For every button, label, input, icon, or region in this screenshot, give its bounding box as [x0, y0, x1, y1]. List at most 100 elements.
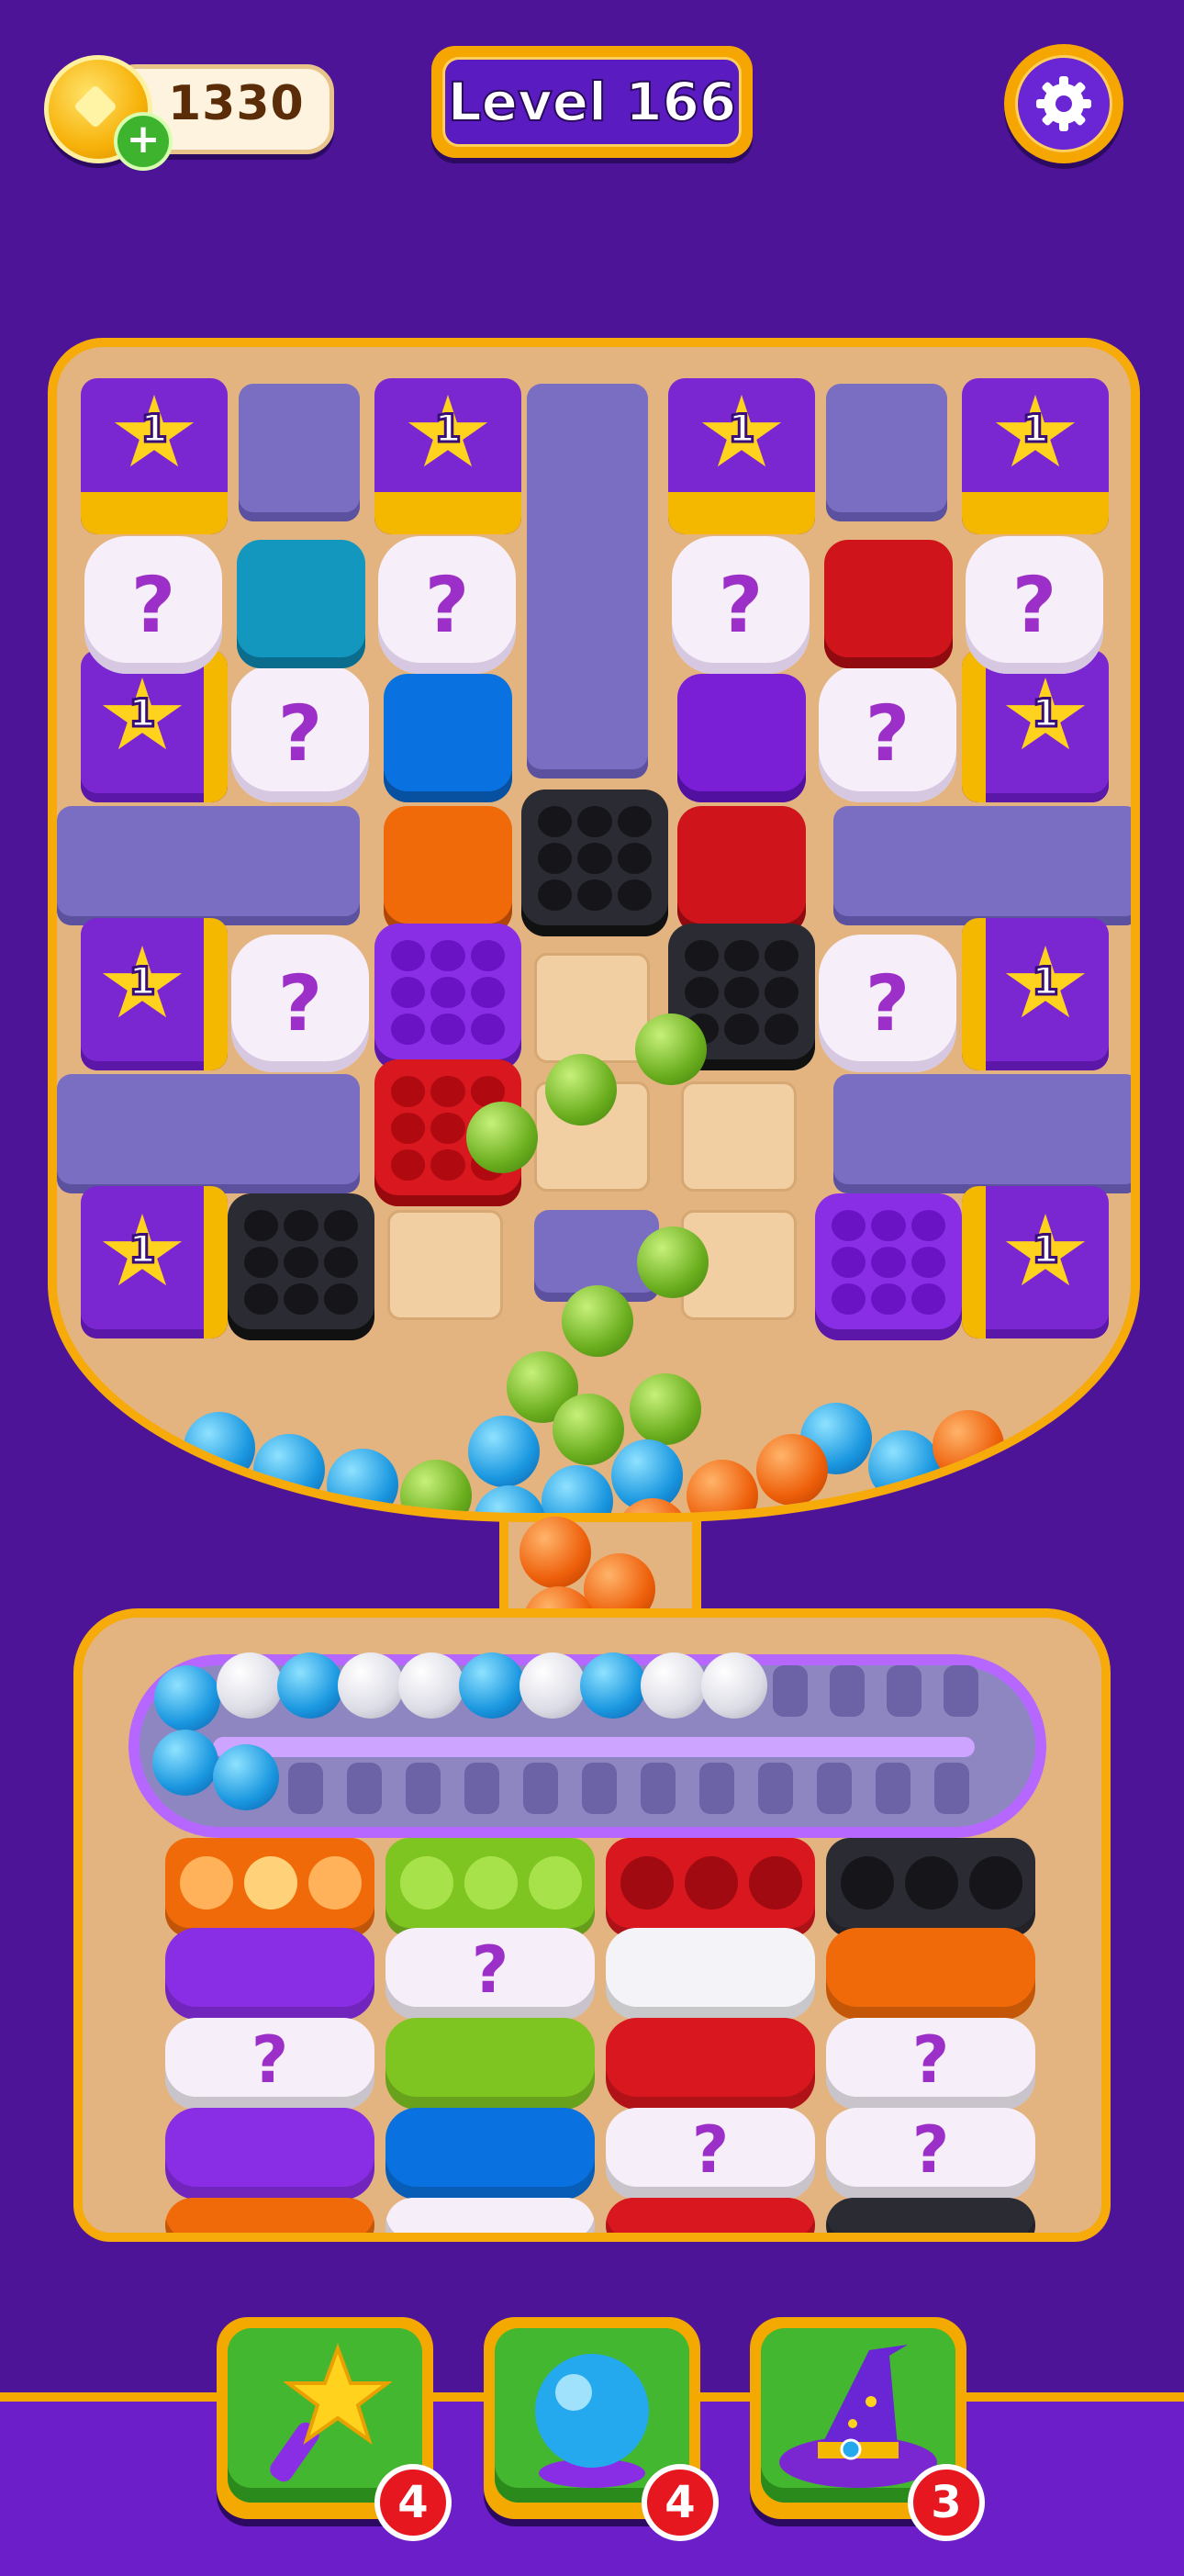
- level-label: Level 166: [442, 57, 742, 147]
- green-stack: [385, 2018, 595, 2110]
- green-ball: [545, 1054, 617, 1126]
- star-lock-tile[interactable]: 1: [81, 1186, 228, 1338]
- stone-wall: [239, 384, 360, 521]
- ball-conveyor: [128, 1652, 1046, 1838]
- blue-ball: [459, 1652, 525, 1719]
- blue-ball: [868, 1430, 940, 1502]
- green-ball: [553, 1394, 624, 1465]
- coin-amount: 1330: [168, 76, 305, 131]
- crystal-ball-count: 4: [642, 2464, 719, 2541]
- magic-wand-count: 4: [374, 2464, 452, 2541]
- star-count: 1: [1031, 1226, 1060, 1273]
- add-coins-button[interactable]: +: [114, 112, 173, 171]
- star-count: 1: [128, 689, 157, 737]
- blue-crate[interactable]: [384, 674, 512, 802]
- purple-stack: [165, 2108, 374, 2200]
- star-lock-tile[interactable]: 1: [962, 1186, 1109, 1338]
- star-lock-tile[interactable]: 1: [81, 918, 228, 1070]
- empty-cell: [534, 953, 650, 1063]
- stone-wall: [527, 384, 648, 778]
- purple-ball-box[interactable]: [815, 1193, 962, 1340]
- blue-ball: [327, 1449, 398, 1513]
- orange-cup[interactable]: [165, 1838, 374, 1937]
- stone-wall: [833, 806, 1131, 925]
- wizard-hat-button[interactable]: 3: [750, 2317, 985, 2541]
- green-ball: [630, 1373, 701, 1445]
- mystery-tile[interactable]: ?: [819, 935, 956, 1072]
- green-ball: [637, 1226, 709, 1298]
- mystery-stack: [385, 2198, 595, 2233]
- black-ball-box[interactable]: [228, 1193, 374, 1340]
- orange-ball: [687, 1460, 758, 1513]
- green-cup[interactable]: [385, 1838, 595, 1937]
- star-lock-tile[interactable]: 1: [668, 378, 815, 534]
- stone-wall: [57, 1074, 360, 1193]
- empty-cell: [387, 1210, 503, 1320]
- red-crate[interactable]: [824, 540, 953, 668]
- white-ball: [641, 1652, 707, 1719]
- blue-ball: [474, 1485, 545, 1513]
- star-count: 1: [727, 405, 756, 453]
- star-lock-tile[interactable]: 1: [962, 918, 1109, 1070]
- purple-crate[interactable]: [677, 674, 806, 802]
- empty-cell: [681, 1081, 797, 1192]
- black-stack: [826, 2198, 1035, 2233]
- star-lock-tile[interactable]: 1: [81, 378, 228, 534]
- blue-ball: [253, 1434, 325, 1506]
- black-cup[interactable]: [826, 1838, 1035, 1937]
- white-ball: [519, 1652, 586, 1719]
- blue-ball: [154, 1665, 220, 1731]
- black-ball-box[interactable]: [521, 790, 668, 936]
- crystal-ball-button[interactable]: 4: [484, 2317, 719, 2541]
- red-cup[interactable]: [606, 1838, 815, 1937]
- blue-ball: [542, 1465, 613, 1513]
- white-ball: [338, 1652, 404, 1719]
- star-count: 1: [128, 1226, 157, 1273]
- white-ball: [217, 1652, 283, 1719]
- purple-ball-box[interactable]: [374, 924, 521, 1070]
- mystery-tile[interactable]: ?: [378, 536, 516, 674]
- wizard-hat-count: 3: [908, 2464, 985, 2541]
- mystery-stack: ?: [826, 2108, 1035, 2200]
- mystery-tile[interactable]: ?: [84, 536, 222, 674]
- orange-stack: [165, 2198, 374, 2233]
- stone-wall: [826, 384, 947, 521]
- star-lock-tile[interactable]: 1: [374, 378, 521, 534]
- white-ball: [701, 1652, 767, 1719]
- blue-ball: [213, 1744, 279, 1810]
- mystery-stack: ?: [165, 2018, 374, 2110]
- mystery-stack: ?: [385, 1928, 595, 2020]
- mystery-stack: ?: [826, 2018, 1035, 2110]
- green-ball: [562, 1285, 633, 1357]
- orange-crate[interactable]: [384, 806, 512, 935]
- mystery-tile[interactable]: ?: [966, 536, 1103, 674]
- purple-stack: [165, 1928, 374, 2020]
- stone-wall: [57, 806, 360, 925]
- blue-stack: [385, 2108, 595, 2200]
- mystery-tile[interactable]: ?: [231, 665, 369, 802]
- gear-icon: [1036, 76, 1091, 131]
- star-count: 1: [1031, 689, 1060, 737]
- puzzle-board: 1 1 1 1 1 1 1 1 1 1 ? ? ? ? ? ? ? ?: [48, 338, 1140, 1522]
- orange-ball: [933, 1410, 1004, 1482]
- star-count: 1: [128, 958, 157, 1005]
- mystery-tile[interactable]: ?: [231, 935, 369, 1072]
- red-crate[interactable]: [677, 806, 806, 935]
- blue-ball: [277, 1652, 343, 1719]
- star-count: 1: [1021, 405, 1050, 453]
- star-count: 1: [140, 405, 169, 453]
- magic-wand-button[interactable]: 4: [217, 2317, 452, 2541]
- blue-ball: [580, 1652, 646, 1719]
- level-badge: Level 166: [431, 46, 753, 158]
- white-ball: [398, 1652, 464, 1719]
- star-lock-tile[interactable]: 1: [962, 378, 1109, 534]
- red-stack: [606, 2198, 815, 2233]
- star-count: 1: [433, 405, 463, 453]
- teal-crate[interactable]: [237, 540, 365, 668]
- red-stack: [606, 2018, 815, 2110]
- stone-wall: [833, 1074, 1131, 1193]
- mystery-stack: ?: [606, 2108, 815, 2200]
- mystery-tile[interactable]: ?: [819, 665, 956, 802]
- settings-button[interactable]: [1004, 44, 1123, 163]
- mystery-tile[interactable]: ?: [672, 536, 810, 674]
